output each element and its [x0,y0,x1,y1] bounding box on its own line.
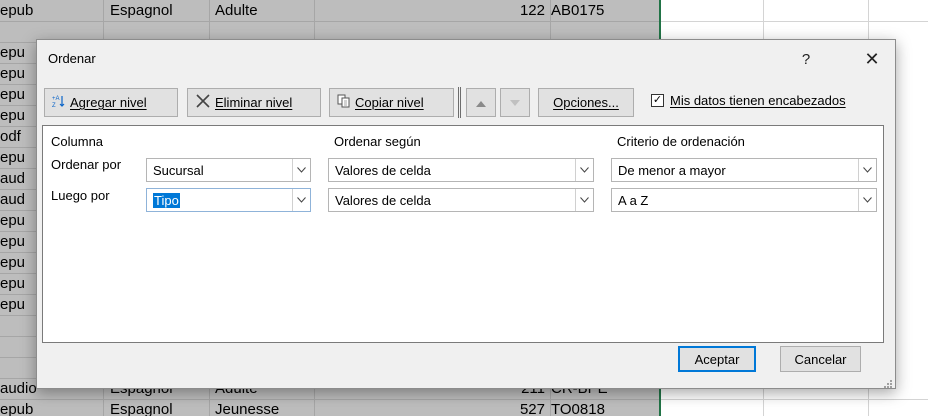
level-1-order-value: De menor a mayor [618,162,726,178]
sort-dialog: Ordenar ? ✕ +A Z Agregar nivel Eliminar … [36,39,896,389]
move-up-button[interactable] [466,88,496,117]
cell: 122 [519,2,545,19]
svg-text:+A: +A [52,96,60,102]
cell: odf [0,128,21,145]
cell: TO0818 [551,401,605,416]
column-header: Columna [51,134,104,149]
sort-on-header: Ordenar según [334,134,421,149]
cell: epu [0,107,26,124]
add-level-label: Agregar nivel [70,95,147,110]
cell: AB0175 [551,2,605,19]
cell: epu [0,86,26,103]
cell: aud [0,191,26,208]
copy-level-button[interactable]: Copiar nivel [329,88,454,117]
cell: epu [0,233,26,250]
add-level-button[interactable]: +A Z Agregar nivel [44,88,178,117]
delete-level-button[interactable]: Eliminar nivel [187,88,321,117]
cell: epu [0,296,26,313]
arrow-up-icon [476,95,486,110]
order-header: Criterio de ordenación [617,134,745,149]
close-button[interactable]: ✕ [855,46,889,72]
cell: Adulte [215,2,258,19]
delete-level-label: Eliminar nivel [215,95,293,110]
sort-levels-grid: Columna Ordenar según Criterio de ordena… [42,125,884,343]
level-1-column-select[interactable]: Sucursal [146,158,311,182]
level-2-order-value: A a Z [618,192,649,208]
cell: epub [0,401,34,416]
cell: audio [0,380,37,397]
options-button[interactable]: Opciones... [538,88,634,117]
chevron-down-icon [292,159,310,181]
move-down-button[interactable] [500,88,530,117]
resize-grip-icon[interactable] [883,376,893,388]
cell: aud [0,170,26,187]
add-level-icon: +A Z [52,94,66,111]
headers-checkbox[interactable]: ✓ Mis datos tienen encabezados [651,93,846,108]
headers-checkbox-label: Mis datos tienen encabezados [670,93,846,108]
dialog-title: Ordenar [48,51,96,66]
cell: epu [0,44,26,61]
level-1-label: Ordenar por [51,157,122,172]
level-2-column-select[interactable]: Tipo [146,188,311,212]
chevron-down-icon [292,189,310,211]
level-2-column-value-wrap: Tipo [147,192,292,208]
level-2-sort-on-select[interactable]: Valores de celda [328,188,594,212]
help-button[interactable]: ? [789,46,823,72]
cancel-button[interactable]: Cancelar [780,346,861,372]
copy-level-label: Copiar nivel [355,95,424,110]
chevron-down-icon [575,189,593,211]
cell: Espagnol [110,401,173,416]
cell: Espagnol [110,2,173,19]
chevron-down-icon [858,189,876,211]
svg-text:Z: Z [52,103,56,108]
cell: epu [0,212,26,229]
cell: epu [0,275,26,292]
cell: 527 [519,401,545,416]
level-2-order-select[interactable]: A a Z [611,188,877,212]
options-label: Opciones... [553,95,619,110]
cell: epu [0,254,26,271]
level-1-sort-on-select[interactable]: Valores de celda [328,158,594,182]
cell: epub [0,2,34,19]
level-2-sort-on-value: Valores de celda [335,192,431,208]
level-2-label: Luego por [51,188,110,203]
cell: epu [0,149,26,166]
level-1-order-select[interactable]: De menor a mayor [611,158,877,182]
cell: epu [0,65,26,82]
level-1-column-value: Sucursal [153,162,204,178]
toolbar-separator [458,87,461,118]
copy-icon [337,94,351,111]
ok-button[interactable]: Aceptar [678,346,756,372]
delete-x-icon [195,93,211,112]
cell: Jeunesse [215,401,280,416]
chevron-down-icon [858,159,876,181]
chevron-down-icon [575,159,593,181]
arrow-down-icon [510,95,520,110]
checkbox-check-icon[interactable]: ✓ [651,94,664,107]
level-2-column-value: Tipo [153,192,180,208]
level-1-sort-on-value: Valores de celda [335,162,431,178]
